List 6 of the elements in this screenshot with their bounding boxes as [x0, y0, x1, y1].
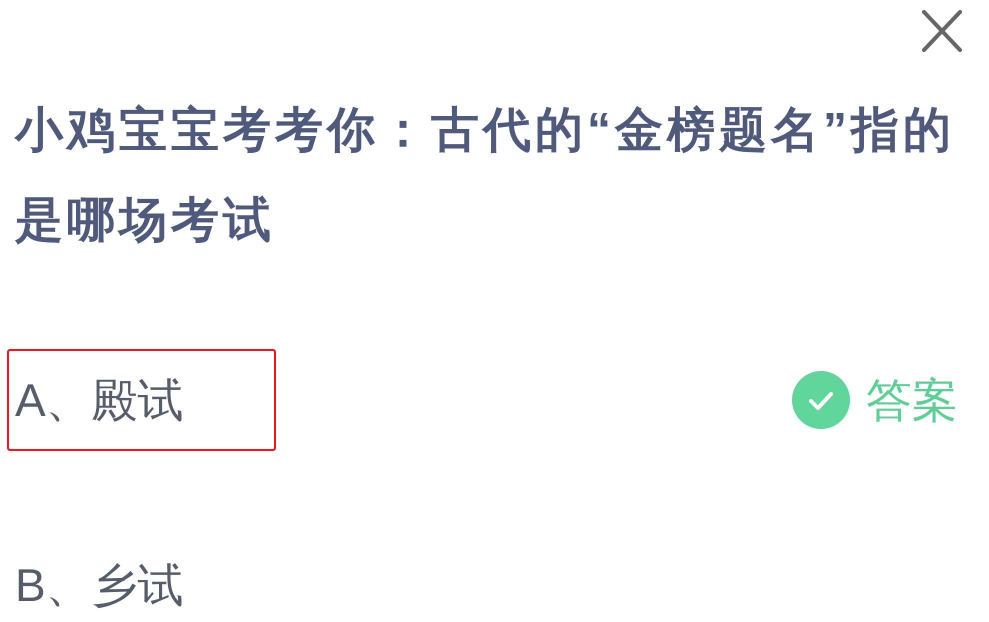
close-icon[interactable] — [922, 10, 962, 52]
answer-option[interactable]: A、殿试 — [7, 349, 276, 451]
answer-label: 答案 — [866, 375, 958, 425]
question-title: 小鸡宝宝考考你：古代的“金榜题名”指的是哪场考试 — [15, 103, 956, 249]
check-circle-icon — [792, 371, 850, 429]
answer-option[interactable]: B、乡试 — [7, 558, 276, 612]
